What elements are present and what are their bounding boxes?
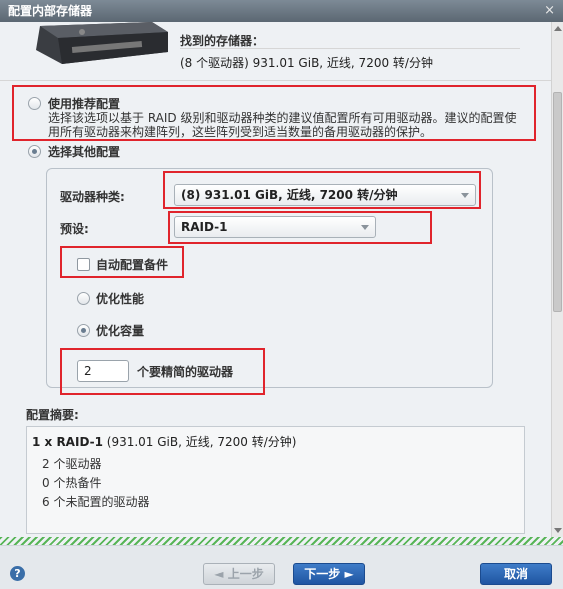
drive-type-value: (8) 931.01 GiB, 近线, 7200 转/分钟 xyxy=(181,188,398,202)
preset-label: 预设: xyxy=(60,222,89,236)
recommended-config-description: 选择该选项以基于 RAID 级别和驱动器种类的建议值配置所有可用驱动器。建议的配… xyxy=(48,111,517,139)
recommended-config-radio[interactable] xyxy=(28,97,41,110)
divider xyxy=(180,48,520,49)
hard-drive-image xyxy=(36,22,168,64)
summary-raid-detail: (931.01 GiB, 近线, 7200 转/分钟) xyxy=(102,435,297,449)
preset-value: RAID-1 xyxy=(181,220,228,234)
divider xyxy=(0,80,551,81)
found-storage-value: (8 个驱动器) 931.01 GiB, 近线, 7200 转/分钟 xyxy=(180,56,433,70)
content-area: 找到的存储器： (8 个驱动器) 931.01 GiB, 近线, 7200 转/… xyxy=(0,22,551,537)
drive-type-label: 驱动器种类: xyxy=(60,190,125,204)
auto-spare-checkbox[interactable] xyxy=(77,258,90,271)
footer: ? ◄ 上一步 下一步 ► 取消 xyxy=(0,545,563,589)
optimize-capacity-label[interactable]: 优化容量 xyxy=(96,322,144,339)
help-icon[interactable]: ? xyxy=(10,566,25,581)
window-titlebar: 配置内部存储器 × xyxy=(0,0,563,22)
optimize-capacity-radio[interactable] xyxy=(77,324,90,337)
close-icon[interactable]: × xyxy=(544,0,555,22)
scroll-up-icon[interactable] xyxy=(554,26,562,31)
window-title: 配置内部存储器 xyxy=(8,4,93,18)
auto-spare-label[interactable]: 自动配置备件 xyxy=(96,256,168,273)
found-storage-label: 找到的存储器： xyxy=(180,34,265,48)
summary-line: 0 个热备件 xyxy=(42,476,102,490)
optimize-performance-label[interactable]: 优化性能 xyxy=(96,290,144,307)
vertical-scrollbar[interactable] xyxy=(551,22,563,537)
footer-stripe xyxy=(0,537,563,545)
drives-count-input[interactable]: 2 xyxy=(77,360,129,382)
chevron-down-icon xyxy=(361,225,369,230)
summary-raid-label: 1 x RAID-1 xyxy=(32,435,103,449)
next-button[interactable]: 下一步 ► xyxy=(293,563,365,585)
drives-count-label: 个要精简的驱动器 xyxy=(137,365,234,379)
cancel-button[interactable]: 取消 xyxy=(480,563,552,585)
scroll-thumb[interactable] xyxy=(553,92,562,312)
recommended-config-title[interactable]: 使用推荐配置 xyxy=(48,95,120,112)
summary-panel: 1 x RAID-1 (931.01 GiB, 近线, 7200 转/分钟) 2… xyxy=(26,426,525,534)
scroll-down-icon[interactable] xyxy=(554,528,562,533)
summary-line: 6 个未配置的驱动器 xyxy=(42,495,150,509)
summary-line: 2 个驱动器 xyxy=(42,457,102,471)
summary-line: 1 x RAID-1 (931.01 GiB, 近线, 7200 转/分钟) xyxy=(32,433,296,450)
optimize-performance-radio[interactable] xyxy=(77,292,90,305)
other-config-title[interactable]: 选择其他配置 xyxy=(48,143,120,160)
prev-button[interactable]: ◄ 上一步 xyxy=(203,563,275,585)
other-config-radio[interactable] xyxy=(28,145,41,158)
chevron-down-icon xyxy=(461,193,469,198)
drive-type-select[interactable]: (8) 931.01 GiB, 近线, 7200 转/分钟 xyxy=(174,184,476,206)
summary-title: 配置摘要: xyxy=(26,408,79,422)
preset-select[interactable]: RAID-1 xyxy=(174,216,376,238)
